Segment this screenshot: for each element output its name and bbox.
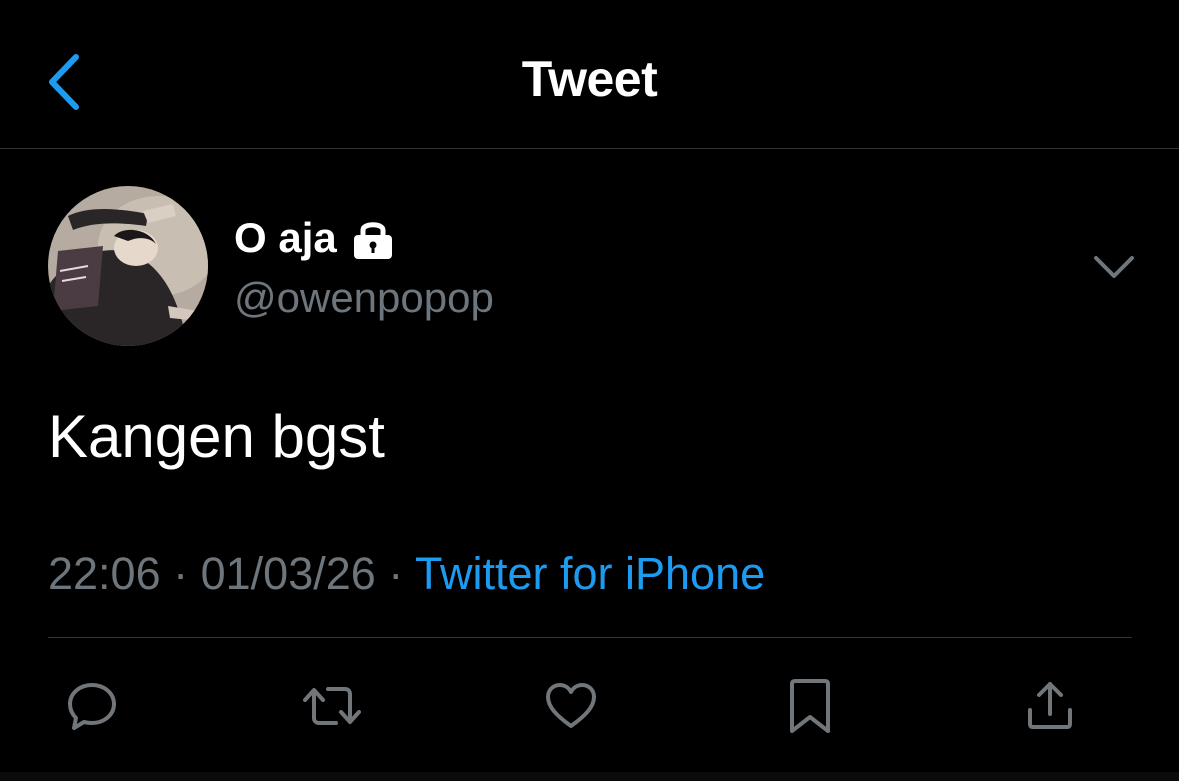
like-button[interactable] <box>541 676 601 736</box>
more-options-button[interactable] <box>1092 248 1136 284</box>
navigation-bar: Tweet <box>0 0 1179 148</box>
meta-separator: · <box>375 548 415 599</box>
lock-icon <box>351 216 395 260</box>
reply-button[interactable] <box>62 676 122 736</box>
tweet-source-link[interactable]: Twitter for iPhone <box>415 548 765 599</box>
chevron-down-icon <box>1094 256 1134 278</box>
header-divider <box>0 148 1179 149</box>
meta-separator: · <box>160 548 201 599</box>
username[interactable]: @owenpopop <box>234 274 494 322</box>
page-title: Tweet <box>521 51 658 107</box>
actions-divider <box>48 637 1132 638</box>
avatar[interactable] <box>48 186 208 346</box>
heart-icon <box>546 683 596 728</box>
reply-icon <box>68 683 116 730</box>
tweet-meta: 22:06 · 01/03/26 · Twitter for iPhone <box>48 548 765 600</box>
tweet-time: 22:06 <box>48 548 161 599</box>
retweet-button[interactable] <box>302 676 362 736</box>
tweet-date: 01/03/26 <box>200 548 376 599</box>
bookmark-button[interactable] <box>780 676 840 736</box>
share-icon <box>1028 682 1072 729</box>
display-name[interactable]: O aja <box>234 214 337 262</box>
bookmark-icon <box>790 679 830 733</box>
share-button[interactable] <box>1020 676 1080 736</box>
author-name-row: O aja <box>234 214 395 262</box>
bottom-edge <box>0 772 1179 781</box>
avatar-image <box>48 186 208 346</box>
tweet-text: Kangen bgst <box>48 403 385 470</box>
retweet-icon <box>303 687 361 725</box>
